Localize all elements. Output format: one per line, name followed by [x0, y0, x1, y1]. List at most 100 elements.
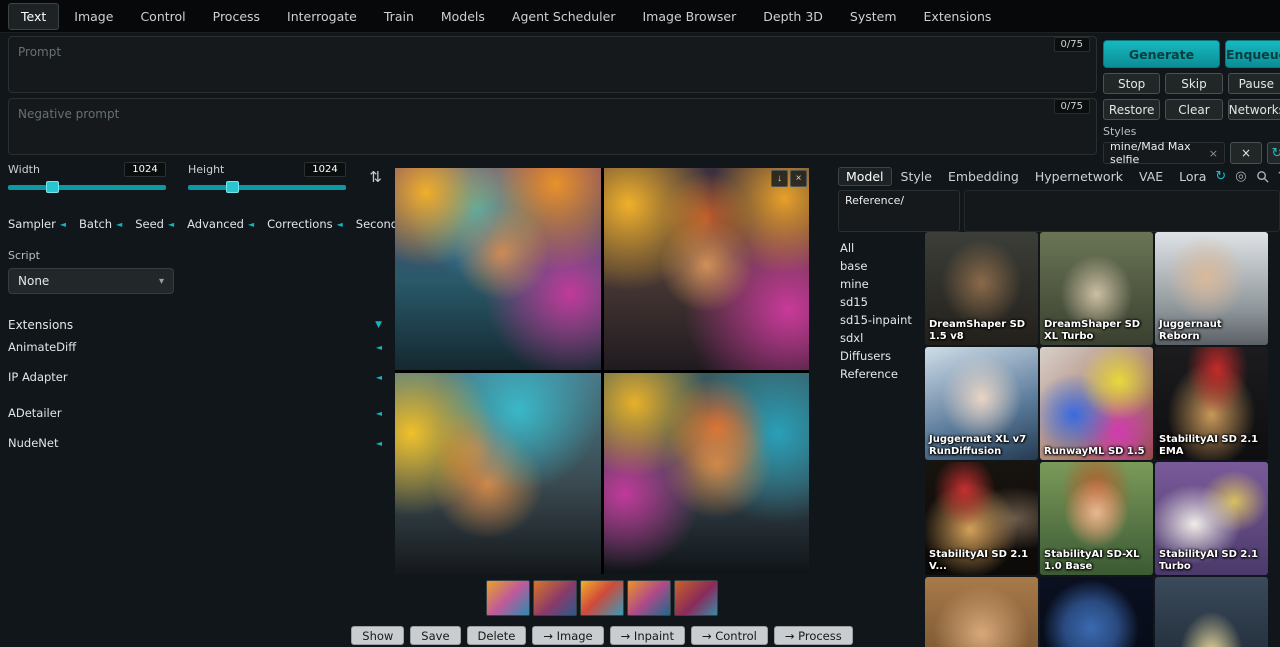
tab-agent-scheduler[interactable]: Agent Scheduler — [500, 4, 628, 29]
model-card-stabilityai-sd21-ema[interactable]: StabilityAI SD 2.1 EMA — [1155, 347, 1268, 460]
refresh-icon[interactable]: ↻ — [1215, 170, 1226, 183]
script-dropdown[interactable]: None ▾ — [8, 268, 174, 294]
clear-button[interactable]: Clear — [1165, 99, 1222, 120]
style-tag-remove-icon[interactable]: × — [1209, 147, 1218, 160]
accordion-advanced[interactable]: Advanced◄ — [187, 217, 254, 231]
send-to-control-button[interactable]: → Control — [691, 626, 768, 645]
networks-tab-hypernetwork[interactable]: Hypernetwork — [1028, 168, 1130, 185]
negative-token-counter: 0/75 — [1054, 99, 1090, 114]
send-to-inpaint-button[interactable]: → Inpaint — [610, 626, 685, 645]
styles-clear-button[interactable]: × — [1230, 142, 1262, 164]
width-slider-group: Width 1024 — [8, 162, 166, 190]
folder-reference[interactable]: Reference — [840, 368, 924, 381]
model-card[interactable] — [925, 577, 1038, 647]
prompt-input[interactable] — [8, 36, 1097, 93]
tab-process[interactable]: Process — [201, 4, 272, 29]
accordion-batch[interactable]: Batch◄ — [79, 217, 122, 231]
model-card-stabilityai-sdxl-base[interactable]: StabilityAI SD-XL 1.0 Base — [1040, 462, 1153, 575]
style-tag[interactable]: mine/Mad Max selfie × — [1103, 142, 1225, 164]
restore-button[interactable]: Restore — [1103, 99, 1160, 120]
tab-control[interactable]: Control — [128, 4, 197, 29]
accordion-animatediff[interactable]: AnimateDiff◄ — [8, 332, 382, 362]
networks-button[interactable]: Networks — [1228, 99, 1280, 120]
height-label: Height — [188, 163, 224, 176]
model-card-stabilityai-sd21-turbo[interactable]: StabilityAI SD 2.1 Turbo — [1155, 462, 1268, 575]
networks-panel: Model Style Embedding Hypernetwork VAE L… — [838, 166, 1280, 647]
height-slider-handle[interactable] — [226, 181, 239, 193]
switch-dims-icon[interactable]: ⇅ — [369, 162, 382, 186]
search-icon[interactable] — [1256, 170, 1269, 183]
tab-depth-3d[interactable]: Depth 3D — [751, 4, 835, 29]
model-card-stabilityai-sd21-v[interactable]: StabilityAI SD 2.1 V... — [925, 462, 1038, 575]
model-card-dreamshaper-sdxl-turbo[interactable]: DreamShaper SD XL Turbo — [1040, 232, 1153, 345]
accordion-ip-adapter[interactable]: IP Adapter◄ — [8, 362, 382, 392]
model-card-dreamshaper-sd15[interactable]: DreamShaper SD 1.5 v8 — [925, 232, 1038, 345]
gallery-thumb-3[interactable] — [580, 580, 624, 616]
gallery-image-4[interactable] — [604, 373, 810, 575]
model-card[interactable] — [1040, 577, 1153, 647]
tab-text[interactable]: Text — [8, 3, 59, 30]
close-gallery-button[interactable]: × — [790, 170, 807, 187]
accordion-extensions[interactable]: Extensions ▼ — [8, 318, 382, 332]
networks-tab-style[interactable]: Style — [894, 168, 939, 185]
accordion-nudenet[interactable]: NudeNet◄ — [8, 428, 382, 458]
width-value[interactable]: 1024 — [124, 162, 166, 177]
send-to-image-button[interactable]: → Image — [532, 626, 603, 645]
gallery-image-2[interactable] — [604, 168, 810, 370]
tab-interrogate[interactable]: Interrogate — [275, 4, 369, 29]
networks-tab-model[interactable]: Model — [838, 167, 892, 186]
styles-refresh-icon[interactable]: ↻ — [1267, 142, 1280, 164]
scan-icon[interactable]: ◎ — [1235, 170, 1246, 183]
save-button[interactable]: Save — [410, 626, 460, 645]
delete-button[interactable]: Delete — [467, 626, 527, 645]
generate-button[interactable]: Generate — [1103, 40, 1220, 68]
gallery-image-1[interactable] — [395, 168, 601, 370]
tab-train[interactable]: Train — [372, 4, 426, 29]
show-button[interactable]: Show — [351, 626, 404, 645]
negative-prompt-input[interactable] — [8, 98, 1097, 155]
networks-tab-vae[interactable]: VAE — [1132, 168, 1170, 185]
tab-system[interactable]: System — [838, 4, 909, 29]
accordion-sampler[interactable]: Sampler◄ — [8, 217, 66, 231]
enqueue-button[interactable]: Enqueue — [1225, 40, 1280, 68]
gallery-image-3[interactable] — [395, 373, 601, 575]
tab-image[interactable]: Image — [62, 4, 125, 29]
accordion-row: Sampler◄ Batch◄ Seed◄ Advanced◄ Correcti… — [8, 217, 382, 231]
folder-sdxl[interactable]: sdxl — [840, 332, 924, 345]
accordion-corrections[interactable]: Corrections◄ — [267, 217, 343, 231]
model-card-juggernaut-reborn[interactable]: Juggernaut Reborn — [1155, 232, 1268, 345]
tab-extensions[interactable]: Extensions — [912, 4, 1004, 29]
model-card-juggernaut-xl-v7[interactable]: Juggernaut XL v7 RunDiffusion — [925, 347, 1038, 460]
networks-tab-lora[interactable]: Lora — [1172, 168, 1213, 185]
tab-image-browser[interactable]: Image Browser — [630, 4, 748, 29]
width-slider[interactable] — [8, 185, 166, 190]
output-gallery: ↓ × — [395, 168, 809, 574]
networks-tab-embedding[interactable]: Embedding — [941, 168, 1026, 185]
networks-description-box[interactable] — [964, 190, 1280, 232]
pause-button[interactable]: Pause — [1228, 73, 1280, 94]
gallery-thumb-5[interactable] — [674, 580, 718, 616]
model-card-runwayml-sd15[interactable]: RunwayML SD 1.5 — [1040, 347, 1153, 460]
height-slider[interactable] — [188, 185, 346, 190]
styles-label: Styles — [1103, 125, 1280, 138]
folder-mine[interactable]: mine — [840, 278, 924, 291]
skip-button[interactable]: Skip — [1165, 73, 1222, 94]
folder-base[interactable]: base — [840, 260, 924, 273]
tab-models[interactable]: Models — [429, 4, 497, 29]
stop-button[interactable]: Stop — [1103, 73, 1160, 94]
gallery-thumb-2[interactable] — [533, 580, 577, 616]
gallery-thumb-4[interactable] — [627, 580, 671, 616]
folder-all[interactable]: All — [840, 242, 924, 255]
width-slider-handle[interactable] — [46, 181, 59, 193]
networks-search-input[interactable]: Reference/ — [838, 190, 960, 232]
model-card[interactable] — [1155, 577, 1268, 647]
folder-diffusers[interactable]: Diffusers — [840, 350, 924, 363]
height-value[interactable]: 1024 — [304, 162, 346, 177]
accordion-adetailer[interactable]: ADetailer◄ — [8, 398, 382, 428]
download-image-button[interactable]: ↓ — [771, 170, 788, 187]
accordion-seed[interactable]: Seed◄ — [135, 217, 174, 231]
folder-sd15[interactable]: sd15 — [840, 296, 924, 309]
folder-sd15-inpaint[interactable]: sd15-inpaint — [840, 314, 924, 327]
chevron-left-icon: ◄ — [376, 439, 382, 448]
gallery-thumb-1[interactable] — [486, 580, 530, 616]
